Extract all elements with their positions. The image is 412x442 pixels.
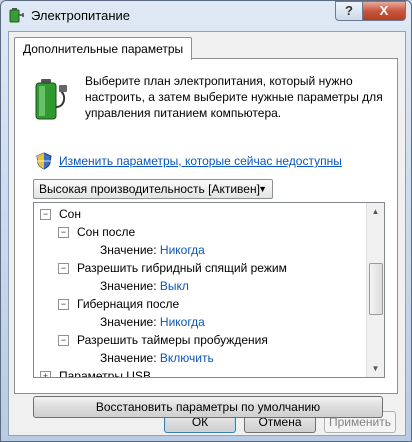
tree-item-label: Гибернация после	[77, 297, 180, 311]
expand-icon[interactable]: +	[40, 371, 51, 377]
tree-item-sleep[interactable]: − Сон	[40, 205, 81, 223]
tree-item-hybrid-sleep[interactable]: − Разрешить гибридный спящий режим	[58, 259, 287, 277]
wake-timers-value-link[interactable]: Включить	[160, 351, 214, 365]
settings-tree[interactable]: − Сон − Сон после Значение: Никогда − Разре…	[33, 202, 385, 378]
scroll-down-icon[interactable]: ▼	[367, 360, 384, 377]
restore-defaults-button[interactable]: Восстановить параметры по умолчанию	[33, 396, 383, 418]
dialog-client-area: Дополнительные параметры Выберите план э…	[8, 31, 406, 436]
hibernate-after-value-link[interactable]: Никогда	[160, 315, 205, 329]
tree-value-hibernate-after: Значение: Никогда	[100, 313, 205, 331]
help-button[interactable]: ?	[335, 1, 363, 21]
sleep-after-value-link[interactable]: Никогда	[160, 243, 205, 257]
scroll-up-icon[interactable]: ▲	[367, 203, 384, 220]
tree-value-hybrid-sleep: Значение: Выкл	[100, 277, 189, 295]
value-label: Значение:	[100, 315, 157, 329]
collapse-icon[interactable]: −	[58, 299, 69, 311]
collapse-icon[interactable]: −	[58, 263, 69, 275]
title-bar: Электропитание ? X	[1, 1, 411, 31]
tree-value-wake-timers: Значение: Включить	[100, 349, 214, 367]
collapse-icon[interactable]: −	[58, 335, 69, 347]
value-label: Значение:	[100, 351, 157, 365]
tree-item-label: Разрешить таймеры пробуждения	[77, 333, 268, 347]
tab-advanced-settings[interactable]: Дополнительные параметры	[14, 37, 193, 60]
power-options-icon	[9, 8, 24, 23]
tree-item-label: Разрешить гибридный спящий режим	[77, 261, 287, 275]
value-label: Значение:	[100, 279, 157, 293]
scroll-thumb[interactable]	[369, 263, 383, 315]
value-label: Значение:	[100, 243, 157, 257]
tree-item-usb[interactable]: + Параметры USB	[40, 367, 151, 378]
tree-value-sleep-after: Значение: Никогда	[100, 241, 205, 259]
description-text: Выберите план электропитания, который ну…	[85, 74, 383, 120]
tree-scrollbar[interactable]: ▲ ▼	[366, 203, 384, 377]
uac-shield-icon	[36, 152, 52, 170]
tree-item-label: Параметры USB	[59, 369, 151, 378]
tree-item-hibernate-after[interactable]: − Гибернация после	[58, 295, 179, 313]
tree-item-sleep-after[interactable]: − Сон после	[58, 223, 135, 241]
window-title: Электропитание	[31, 8, 130, 23]
tab-panel: Выберите план электропитания, который ну…	[14, 58, 398, 418]
power-plan-dropdown[interactable]: Высокая производительность [Активен] ▼	[33, 179, 273, 199]
tree-item-label: Сон после	[77, 225, 136, 239]
collapse-icon[interactable]: −	[40, 209, 51, 221]
power-plan-selected-value: Высокая производительность [Активен]	[39, 182, 260, 196]
collapse-icon[interactable]: −	[58, 227, 69, 239]
change-unavailable-settings-link[interactable]: Изменить параметры, которые сейчас недос…	[59, 154, 342, 168]
battery-plug-icon	[35, 79, 67, 120]
tree-item-wake-timers[interactable]: − Разрешить таймеры пробуждения	[58, 331, 268, 349]
close-button[interactable]: X	[362, 1, 406, 21]
power-options-window: Электропитание ? X Дополнительные параме…	[0, 0, 412, 442]
hybrid-sleep-value-link[interactable]: Выкл	[160, 279, 189, 293]
tree-item-label: Сон	[59, 207, 81, 221]
dropdown-arrow-icon: ▼	[258, 184, 267, 194]
